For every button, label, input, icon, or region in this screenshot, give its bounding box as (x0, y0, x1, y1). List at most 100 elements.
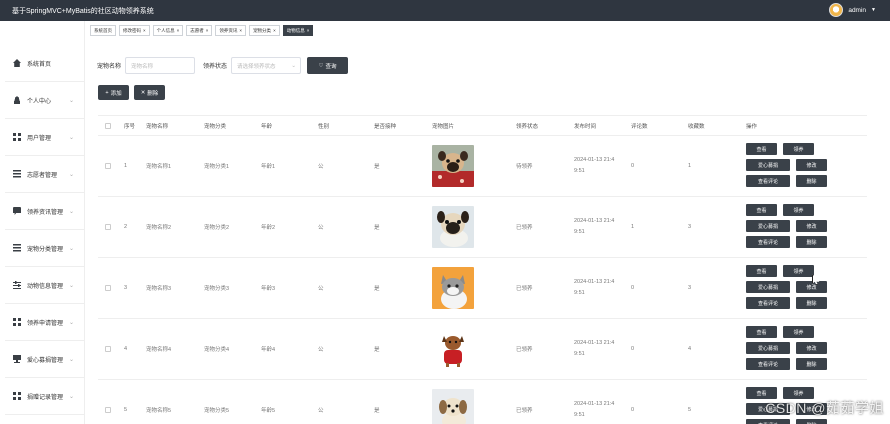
vaccinated-flag: 是 (374, 408, 380, 414)
delete-button[interactable]: 删除 (796, 236, 827, 248)
sliders-icon (13, 281, 21, 289)
publish-time-date: 2024-01-13 21:4 (574, 218, 615, 224)
close-icon[interactable]: × (307, 28, 310, 33)
message-icon (13, 207, 21, 215)
tab-0[interactable]: 系统首页 (90, 25, 116, 36)
chevron-down-icon[interactable]: ⌄ (69, 208, 74, 215)
select-all-checkbox[interactable] (105, 122, 111, 129)
batch-delete-button[interactable]: ✕ 删除 (134, 85, 165, 100)
chevron-down-icon[interactable]: ⌄ (69, 282, 74, 289)
view-comments-button[interactable]: 查看评论 (746, 175, 790, 187)
sidebar-item-8[interactable]: 爱心募捐管理 ⌄ (5, 341, 84, 378)
view-comments-button[interactable]: 查看评论 (746, 236, 790, 248)
row-checkbox[interactable] (105, 346, 111, 352)
edit-button[interactable]: 修改 (796, 220, 827, 232)
tab-3[interactable]: 志愿者 × (186, 25, 213, 36)
adopt-button[interactable]: 领养 (783, 204, 814, 216)
comment-count: 0 (631, 407, 635, 413)
adopt-button[interactable]: 领养 (783, 143, 814, 155)
sidebar-item-9[interactable]: 捐赠记录管理 ⌄ (5, 378, 84, 415)
sidebar-item-4[interactable]: 领养资讯管理 ⌄ (5, 193, 84, 230)
adopt-button[interactable]: 领养 (783, 326, 814, 338)
app-title: 基于SpringMVC+MyBatis的社区动物领养系统 (12, 8, 154, 15)
chevron-down-icon[interactable]: ⌄ (69, 319, 74, 326)
sidebar-item-1[interactable]: 个人中心 ⌄ (5, 82, 84, 119)
column-header: 是否接种 (374, 123, 397, 130)
close-icon[interactable]: × (177, 28, 180, 33)
publish-time-date: 2024-01-13 21:4 (574, 401, 615, 407)
delete-button[interactable]: 删除 (796, 358, 827, 370)
sidebar-item-2[interactable]: 用户管理 ⌄ (5, 119, 84, 156)
avatar[interactable] (829, 3, 844, 17)
sidebar-item-7[interactable]: 领养申请管理 ⌄ (5, 304, 84, 341)
delete-button[interactable]: 删除 (796, 175, 827, 187)
chevron-down-icon[interactable]: ⌄ (69, 393, 74, 400)
tab-label: 领养资讯 (219, 27, 238, 33)
user-menu[interactable]: admin ▼ (829, 3, 876, 17)
view-comments-button[interactable]: 查看评论 (746, 419, 790, 424)
tab-2[interactable]: 个人信息 × (152, 25, 184, 36)
batch-delete-label: 删除 (147, 90, 159, 97)
view-button[interactable]: 查看 (746, 326, 777, 338)
vaccinated-flag: 是 (374, 347, 380, 353)
grid-icon (13, 392, 21, 400)
vaccinated-flag: 是 (374, 286, 380, 292)
add-button[interactable]: + 添加 (98, 85, 129, 100)
search-button[interactable]: ♡ 查询 (307, 57, 349, 74)
sidebar-item-label: 用户管理 (27, 135, 52, 142)
edit-button[interactable]: 修改 (796, 281, 827, 293)
row-checkbox[interactable] (105, 163, 111, 169)
comment-count: 0 (631, 346, 635, 352)
delete-button[interactable]: 删除 (796, 419, 827, 424)
view-comments-button[interactable]: 查看评论 (746, 297, 790, 309)
close-icon[interactable]: × (239, 28, 242, 33)
close-icon[interactable]: × (143, 28, 146, 33)
chevron-down-icon[interactable]: ⌄ (69, 171, 74, 178)
sidebar-item-label: 系统首页 (27, 61, 52, 68)
sidebar-item-label: 志愿者管理 (27, 172, 58, 179)
view-comments-button[interactable]: 查看评论 (746, 358, 790, 370)
donate-button[interactable]: 爱心募捐 (746, 342, 790, 354)
favorite-count: 3 (688, 224, 692, 230)
sidebar-item-3[interactable]: 志愿者管理 ⌄ (5, 156, 84, 193)
view-button[interactable]: 查看 (746, 204, 777, 216)
tab-1[interactable]: 修改密码 × (119, 25, 150, 36)
donate-button[interactable]: 爱心募捐 (746, 281, 790, 293)
view-button[interactable]: 查看 (746, 143, 777, 155)
sidebar-item-label: 动物信息管理 (27, 283, 64, 290)
delete-button[interactable]: 删除 (796, 297, 827, 309)
edit-button[interactable]: 修改 (796, 159, 827, 171)
adopt-status: 已领养 (516, 286, 533, 292)
username[interactable]: admin (848, 7, 866, 14)
tab-5[interactable]: 宠物分类 × (249, 25, 280, 36)
pet-name-input[interactable]: 宠物名称 (125, 57, 196, 74)
pet-category: 宠物分类1 (204, 164, 230, 170)
sidebar-item-0[interactable]: 系统首页 (5, 45, 84, 82)
row-checkbox[interactable] (105, 285, 111, 291)
adopt-status-select[interactable]: 请选择领养状态 ⌄ (231, 57, 302, 74)
tab-6[interactable]: 动物信息 × (282, 25, 314, 36)
chevron-down-icon[interactable]: ⌄ (69, 97, 74, 104)
search-button-label: 查询 (325, 63, 337, 70)
tab-4[interactable]: 领养资讯 × (215, 25, 247, 36)
heart-icon: ♡ (318, 62, 324, 69)
close-icon[interactable]: × (206, 28, 209, 33)
row-checkbox[interactable] (105, 407, 111, 413)
donate-button[interactable]: 爱心募捐 (746, 159, 790, 171)
caret-down-icon[interactable]: ▼ (871, 7, 876, 13)
column-header: 宠物名称 (146, 123, 169, 130)
close-icon[interactable]: × (273, 28, 276, 33)
sidebar-item-6[interactable]: 动物信息管理 ⌄ (5, 267, 84, 304)
table-row: 3 宠物名称3 宠物分类3 年龄3 公 是 已领养 0 3 2024-01-13 21:4 9:51… (98, 258, 867, 319)
chevron-down-icon[interactable]: ⌄ (69, 134, 74, 141)
adopt-button[interactable]: 领养 (783, 265, 814, 277)
chevron-down-icon[interactable]: ⌄ (69, 245, 74, 252)
row-checkbox[interactable] (105, 224, 111, 230)
edit-button[interactable]: 修改 (796, 342, 827, 354)
chevron-down-icon[interactable]: ⌄ (69, 356, 74, 363)
sidebar-item-5[interactable]: 宠物分类管理 ⌄ (5, 230, 84, 267)
publish-time-rest: 9:51 (574, 412, 585, 418)
view-button[interactable]: 查看 (746, 265, 777, 277)
pet-gender: 公 (318, 164, 324, 170)
donate-button[interactable]: 爱心募捐 (746, 220, 790, 232)
